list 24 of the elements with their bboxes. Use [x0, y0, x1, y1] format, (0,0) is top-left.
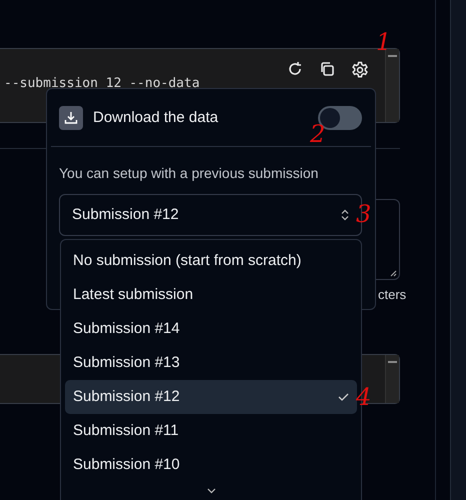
- download-label: Download the data: [93, 108, 218, 128]
- submission-option[interactable]: Submission #10: [65, 448, 357, 482]
- resize-handle-icon[interactable]: [390, 270, 397, 277]
- refresh-icon[interactable]: [287, 61, 303, 77]
- annotation-number: 1: [376, 30, 392, 54]
- submission-option[interactable]: Submission #12: [65, 380, 357, 414]
- download-icon: [59, 106, 83, 130]
- submission-option[interactable]: Latest submission: [65, 278, 357, 312]
- copy-icon[interactable]: [319, 61, 335, 77]
- updown-chevron-icon: [341, 209, 349, 221]
- character-count: cters: [378, 286, 406, 304]
- scrollbar[interactable]: [385, 49, 399, 122]
- settings-icon[interactable]: [351, 61, 369, 79]
- scrollbar[interactable]: [385, 355, 399, 403]
- submission-option[interactable]: Submission #13: [65, 346, 357, 380]
- chevron-down-icon[interactable]: [206, 488, 216, 494]
- submission-option[interactable]: Submission #11: [65, 414, 357, 448]
- setup-hint: You can setup with a previous submission: [59, 164, 320, 183]
- annotation-number: 4: [356, 385, 372, 409]
- submission-option[interactable]: Submission #14: [65, 312, 357, 346]
- submission-option[interactable]: No submission (start from scratch): [65, 244, 357, 278]
- check-icon: [338, 393, 349, 401]
- code-line: --submission 12 --no-data: [4, 76, 200, 92]
- annotation-number: 2: [310, 122, 326, 146]
